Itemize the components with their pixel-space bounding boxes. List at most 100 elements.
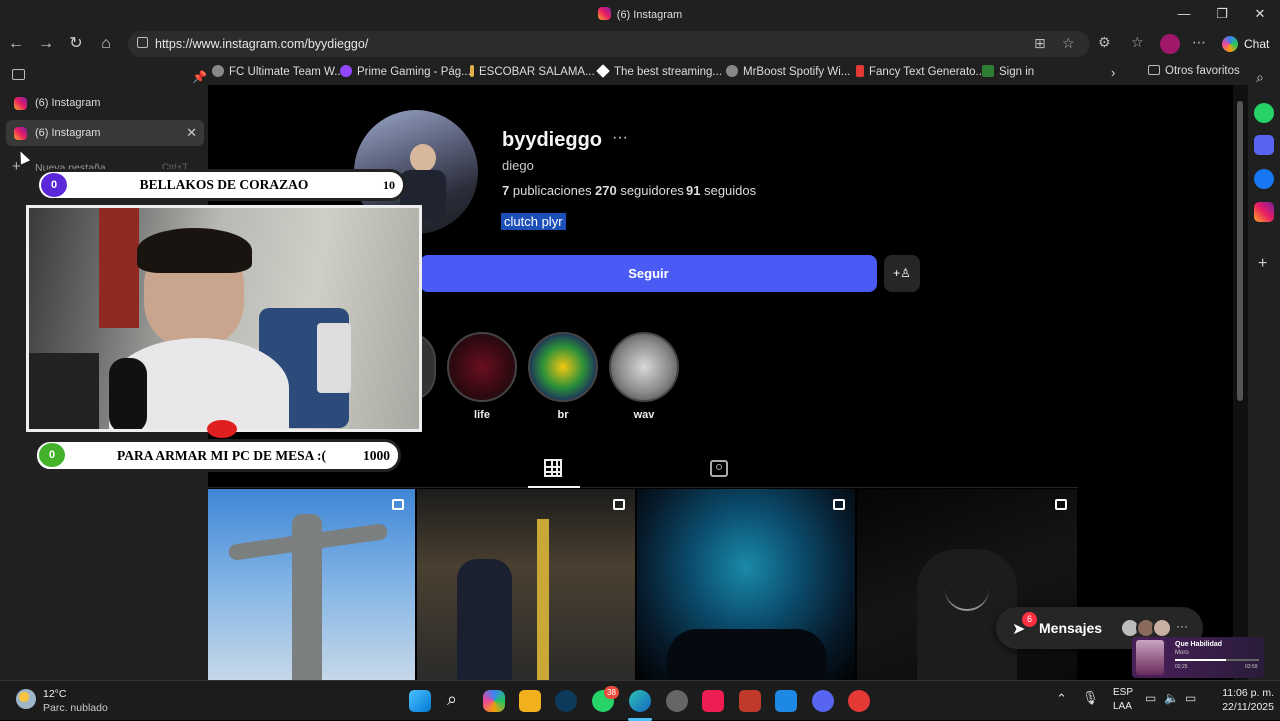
folder-icon <box>1148 65 1160 75</box>
active-tab-indicator <box>528 486 580 488</box>
language-code[interactable]: ESP <box>1113 687 1133 698</box>
tray-chevron-icon[interactable]: ⌃ <box>1056 691 1067 707</box>
album-art <box>1136 640 1164 675</box>
microphone-icon[interactable]: 🎙 <box>1082 690 1099 706</box>
tiktok-icon[interactable] <box>702 690 724 712</box>
profile-options-icon[interactable]: ··· <box>612 129 628 147</box>
battery-icon[interactable]: ▭ <box>1185 691 1196 705</box>
messages-badge: 6 <box>1022 612 1037 627</box>
address-bar[interactable]: https://www.instagram.com/byydieggo/ ⊞ ☆ <box>128 31 1090 57</box>
forward-button[interactable]: → <box>33 32 59 56</box>
messages-label: Mensajes <box>1039 620 1103 636</box>
close-window-button[interactable]: ✕ <box>1240 4 1280 24</box>
post-thumbnail[interactable] <box>857 489 1077 680</box>
following-stat[interactable]: 91 seguidos <box>686 183 756 198</box>
reload-button[interactable]: ↻ <box>63 32 89 56</box>
highlight-wav[interactable] <box>609 332 679 402</box>
close-tab-icon[interactable]: ✕ <box>186 120 197 146</box>
other-favorites-folder[interactable]: Otros favoritos <box>1148 65 1240 77</box>
posts-stat[interactable]: 7 publicaciones <box>502 183 592 198</box>
start-icon[interactable] <box>409 690 431 712</box>
windows-taskbar: 12°C Parc. nublado ⌕ 38 ⌃ 🎙 ESP LAA ▭ 🔈 … <box>0 680 1280 721</box>
avatar-face <box>410 144 436 172</box>
steam-icon[interactable] <box>666 690 688 712</box>
post-thumbnail[interactable] <box>208 489 415 680</box>
search-icon[interactable]: ⌕ <box>1256 69 1264 86</box>
profile-avatar[interactable] <box>1160 34 1180 54</box>
network-icon[interactable]: ▭ <box>1145 691 1156 705</box>
favorites-overflow-chevron-icon[interactable]: › <box>1111 65 1115 80</box>
home-button[interactable]: ⌂ <box>93 32 119 56</box>
navigation-toolbar: ← → ↻ ⌂ https://www.instagram.com/byydie… <box>0 28 1280 60</box>
favorite-item[interactable]: Fancy Text Generato... <box>856 65 985 78</box>
favorite-item[interactable]: MrBoost Spotify Wi... <box>726 65 850 78</box>
tagged-posts-tab-icon[interactable] <box>710 460 728 477</box>
highlight-life[interactable] <box>447 332 517 402</box>
site-info-icon[interactable] <box>137 37 148 48</box>
weather-icon[interactable] <box>16 689 36 709</box>
back-button[interactable]: ← <box>3 32 29 56</box>
favorites-icon[interactable]: ☆ <box>1131 34 1144 51</box>
app-icon[interactable] <box>555 690 577 712</box>
instagram-icon[interactable] <box>1254 202 1274 222</box>
favorite-item[interactable]: The best streaming... <box>596 64 722 78</box>
goal-text: BELLAKOS DE CORAZAO <box>139 177 309 192</box>
copilot-icon[interactable] <box>483 690 505 712</box>
favorites-bar: FC Ultimate Team W... Prime Gaming - Pág… <box>208 60 1248 85</box>
crowd-silhouette <box>667 629 827 680</box>
favorite-item[interactable]: FC Ultimate Team W... <box>212 65 344 78</box>
red-blob <box>207 420 237 438</box>
search-icon[interactable]: ⌕ <box>447 689 457 710</box>
avatar <box>1152 618 1172 638</box>
clock-time[interactable]: 11:06 p. m. <box>1210 687 1274 699</box>
goal-bar-1: 0 BELLAKOS DE CORAZAO 10 <box>36 169 406 201</box>
discord-icon[interactable] <box>1254 135 1274 155</box>
more-icon: ··· <box>1176 619 1188 633</box>
favorite-item[interactable]: Prime Gaming - Pág... <box>340 65 471 78</box>
facebook-icon[interactable] <box>1254 169 1274 189</box>
favorite-item[interactable]: Sign in <box>982 65 1034 78</box>
grid-posts-tab-icon[interactable] <box>544 459 562 477</box>
whatsapp-icon[interactable] <box>1254 103 1274 123</box>
copilot-chat-button[interactable]: Chat <box>1218 32 1276 56</box>
followers-stat[interactable]: 270 seguidores <box>595 183 684 198</box>
edge-icon[interactable] <box>629 690 651 712</box>
weather-temp[interactable]: 12°C <box>43 688 66 700</box>
discord-icon[interactable] <box>812 690 834 712</box>
post-thumbnail[interactable] <box>417 489 635 680</box>
desk-equipment <box>29 353 99 429</box>
carousel-icon <box>392 499 404 510</box>
diamond-icon <box>596 64 610 78</box>
media-player-icon[interactable] <box>848 690 870 712</box>
notepad-icon[interactable] <box>775 690 797 712</box>
profile-bio: clutch plyr <box>501 213 566 230</box>
app-available-icon[interactable]: ⊞ <box>1034 35 1046 52</box>
more-menu-icon[interactable]: ⋯ <box>1192 34 1206 51</box>
clock-date[interactable]: 22/11/2025 <box>1210 701 1274 713</box>
tab-actions-icon[interactable] <box>12 69 25 80</box>
suggested-users-icon[interactable]: +♙ <box>884 255 920 292</box>
file-explorer-icon[interactable] <box>519 690 541 712</box>
keyboard-layout[interactable]: LAA <box>1113 701 1132 712</box>
scrollbar-thumb[interactable] <box>1237 101 1243 401</box>
tab-item[interactable]: (6) Instagram <box>6 90 204 116</box>
instagram-icon <box>597 7 611 20</box>
fancy-text-icon <box>856 65 864 77</box>
maximize-button[interactable]: ❐ <box>1202 4 1242 24</box>
favorite-item[interactable]: ESCOBAR SALAMA... <box>470 65 595 78</box>
post-thumbnail[interactable] <box>637 489 855 680</box>
weather-desc[interactable]: Parc. nublado <box>43 702 108 714</box>
extensions-icon[interactable]: ⚙ <box>1098 34 1111 51</box>
fancy-text-icon[interactable] <box>739 690 761 712</box>
follow-button[interactable]: Seguir <box>420 255 877 292</box>
minimize-button[interactable]: — <box>1164 4 1204 24</box>
add-sidebar-app-icon[interactable]: + <box>1258 255 1267 273</box>
pin-icon[interactable]: 📌 <box>192 70 207 84</box>
mini-player[interactable]: Que Habilidad Moro 02:25 03:59 <box>1132 637 1264 678</box>
volume-icon[interactable]: 🔈 <box>1164 691 1179 705</box>
tab-item-active[interactable]: (6) Instagram ✕ <box>6 120 204 146</box>
track-artist: Moro <box>1175 650 1189 656</box>
heater <box>317 323 351 393</box>
highlight-br[interactable] <box>528 332 598 402</box>
favorite-star-icon[interactable]: ☆ <box>1062 35 1075 52</box>
